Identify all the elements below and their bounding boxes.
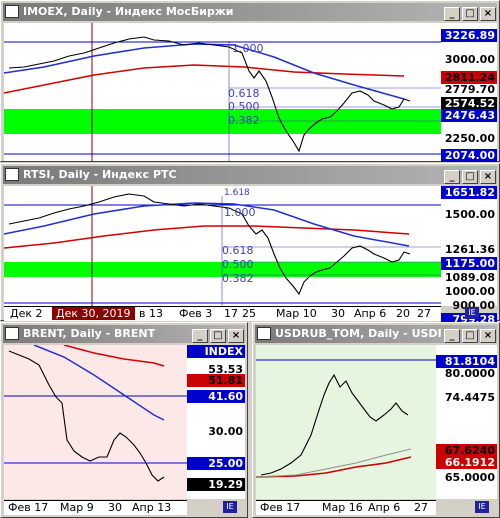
rtsi-fib-382: 0.382 <box>222 272 254 285</box>
brent-chart-window[interactable]: BRENT, Daily - BRENT _ □ × INDEX 53.53 51.… <box>0 322 248 518</box>
chart-window-icon <box>5 327 19 340</box>
rtsi-xtick: 25 <box>242 307 256 320</box>
rtsi-fib-618: 0.618 <box>222 244 254 257</box>
usdrub-plot[interactable] <box>256 345 436 499</box>
brent-xtick: Апр 13 <box>132 501 172 514</box>
brent-label-4160: 41.60 <box>187 390 245 403</box>
brent-time-axis[interactable]: Фев 17 Мар 9 30 Апр 13 <box>4 500 187 515</box>
usdrub-xtick: Мар 16 <box>322 501 363 514</box>
usdrub-scale-toggle-icon[interactable]: IE <box>475 501 489 513</box>
rtsi-xtick: 17 <box>224 307 238 320</box>
usdrub-label-650000: 65.0000 <box>444 471 495 484</box>
rtsi-xtick: 30 <box>331 307 345 320</box>
rtsi-label-1175: 1175.00 <box>441 257 497 270</box>
brent-plot[interactable] <box>4 345 187 499</box>
brent-label-3000: 30.00 <box>208 425 243 438</box>
usdrub-xtick: Фев 17 <box>260 501 301 514</box>
close-button[interactable]: × <box>228 329 244 343</box>
imoex-fib-382: 0.382 <box>228 114 260 127</box>
imoex-label-2074: 2074.00 <box>441 149 497 162</box>
rtsi-fib-top: 1.000 <box>224 206 256 219</box>
brent-label-5181: 51.81 <box>187 374 245 387</box>
rtsi-xtick: в 13 <box>139 307 163 320</box>
rtsi-label-1261: 1261.36 <box>444 243 495 256</box>
rtsi-xtick: 27 <box>417 307 431 320</box>
brent-label-index: INDEX <box>187 345 245 358</box>
imoex-window-title: IMOEX, Daily - Индекс МосБиржи <box>23 5 234 18</box>
imoex-fib-500: 0.500 <box>228 100 260 113</box>
maximize-button[interactable]: □ <box>462 170 478 184</box>
imoex-label-2476: 2476.43 <box>441 109 497 122</box>
usdrub-label-744475: 74.4475 <box>444 391 495 404</box>
brent-xtick: 30 <box>108 501 122 514</box>
close-button[interactable]: × <box>480 329 496 343</box>
maximize-button[interactable]: □ <box>462 329 478 343</box>
imoex-label-3000: 3000.00 <box>444 53 495 66</box>
rtsi-xtick-highlight: Дек 30, 2019 <box>52 307 135 320</box>
usdrub-window-title: USDRUB_TOM, Daily - USDR <box>275 327 441 340</box>
rtsi-scale-toggle-icon[interactable]: IE <box>465 307 479 319</box>
brent-title-bar[interactable]: BRENT, Daily - BRENT _ □ × <box>3 325 245 343</box>
rtsi-xtick: Мар 10 <box>276 307 317 320</box>
close-button[interactable]: × <box>480 7 496 21</box>
imoex-green-zone <box>4 109 441 134</box>
maximize-button[interactable]: □ <box>210 329 226 343</box>
imoex-plot[interactable]: 1.000 0.618 0.500 0.382 <box>4 23 441 161</box>
usdrub-label-800000: 80.0000 <box>444 367 495 380</box>
minimize-button[interactable]: _ <box>192 329 208 343</box>
usdrub-chart-window[interactable]: USDRUB_TOM, Daily - USDR _ □ × 81.8104 80.… <box>252 322 500 518</box>
maximize-button[interactable]: □ <box>462 7 478 21</box>
rtsi-fib-1618: 1.618 <box>224 188 250 198</box>
brent-window-title: BRENT, Daily - BRENT <box>23 327 156 340</box>
brent-label-1929: 19.29 <box>187 478 245 491</box>
brent-xtick: Фев 17 <box>8 501 49 514</box>
rtsi-xtick: 20 <box>396 307 410 320</box>
brent-scale-toggle-icon[interactable]: IE <box>223 501 237 513</box>
rtsi-time-axis[interactable]: Дек 2 Дек 30, 2019 в 13 Фев 3 17 25 Мар … <box>4 306 441 321</box>
rtsi-label-1000: 1000.00 <box>444 285 495 298</box>
minimize-button[interactable]: _ <box>444 329 460 343</box>
imoex-fib-618: 0.618 <box>228 87 260 100</box>
imoex-fib-top: 1.000 <box>232 42 264 55</box>
rtsi-label-1089: 1089.08 <box>444 271 495 284</box>
usdrub-title-bar[interactable]: USDRUB_TOM, Daily - USDR _ □ × <box>255 325 497 343</box>
chart-window-icon <box>5 5 19 18</box>
rtsi-chart-window[interactable]: RTSI, Daily - Индекс РТС _ □ × 1.618 1.000… <box>0 163 500 326</box>
chart-window-icon <box>257 327 271 340</box>
imoex-title-bar[interactable]: IMOEX, Daily - Индекс МосБиржи _ □ × <box>3 3 497 21</box>
brent-xtick: Мар 9 <box>60 501 94 514</box>
imoex-label-2250: 2250.00 <box>444 132 495 145</box>
rtsi-fib-500: 0.500 <box>222 258 254 271</box>
rtsi-xtick: Фев 3 <box>179 307 213 320</box>
rtsi-label-1651: 1651.82 <box>441 186 497 199</box>
usdrub-xtick: 27 <box>414 501 428 514</box>
brent-label-2500: 25.00 <box>187 457 245 470</box>
minimize-button[interactable]: _ <box>444 170 460 184</box>
imoex-label-3226: 3226.89 <box>441 29 497 42</box>
minimize-button[interactable]: _ <box>444 7 460 21</box>
imoex-chart-window[interactable]: IMOEX, Daily - Индекс МосБиржи _ □ × 1.000… <box>0 0 500 162</box>
rtsi-label-1500: 1500.00 <box>444 208 495 221</box>
rtsi-plot[interactable]: 1.618 1.000 0.618 0.500 0.382 <box>4 186 441 306</box>
rtsi-xtick: Дек 2 <box>10 307 43 320</box>
chart-window-icon <box>5 168 19 181</box>
rtsi-xtick: Апр 6 <box>354 307 387 320</box>
usdrub-xtick: Апр 6 <box>368 501 401 514</box>
rtsi-title-bar[interactable]: RTSI, Daily - Индекс РТС _ □ × <box>3 166 497 184</box>
usdrub-label-661912: 66.1912 <box>436 456 497 469</box>
usdrub-time-axis[interactable]: Фев 17 Мар 16 Апр 6 27 <box>256 500 436 515</box>
close-button[interactable]: × <box>480 170 496 184</box>
imoex-label-2779: 2779.70 <box>444 83 495 96</box>
rtsi-window-title: RTSI, Daily - Индекс РТС <box>23 168 177 181</box>
